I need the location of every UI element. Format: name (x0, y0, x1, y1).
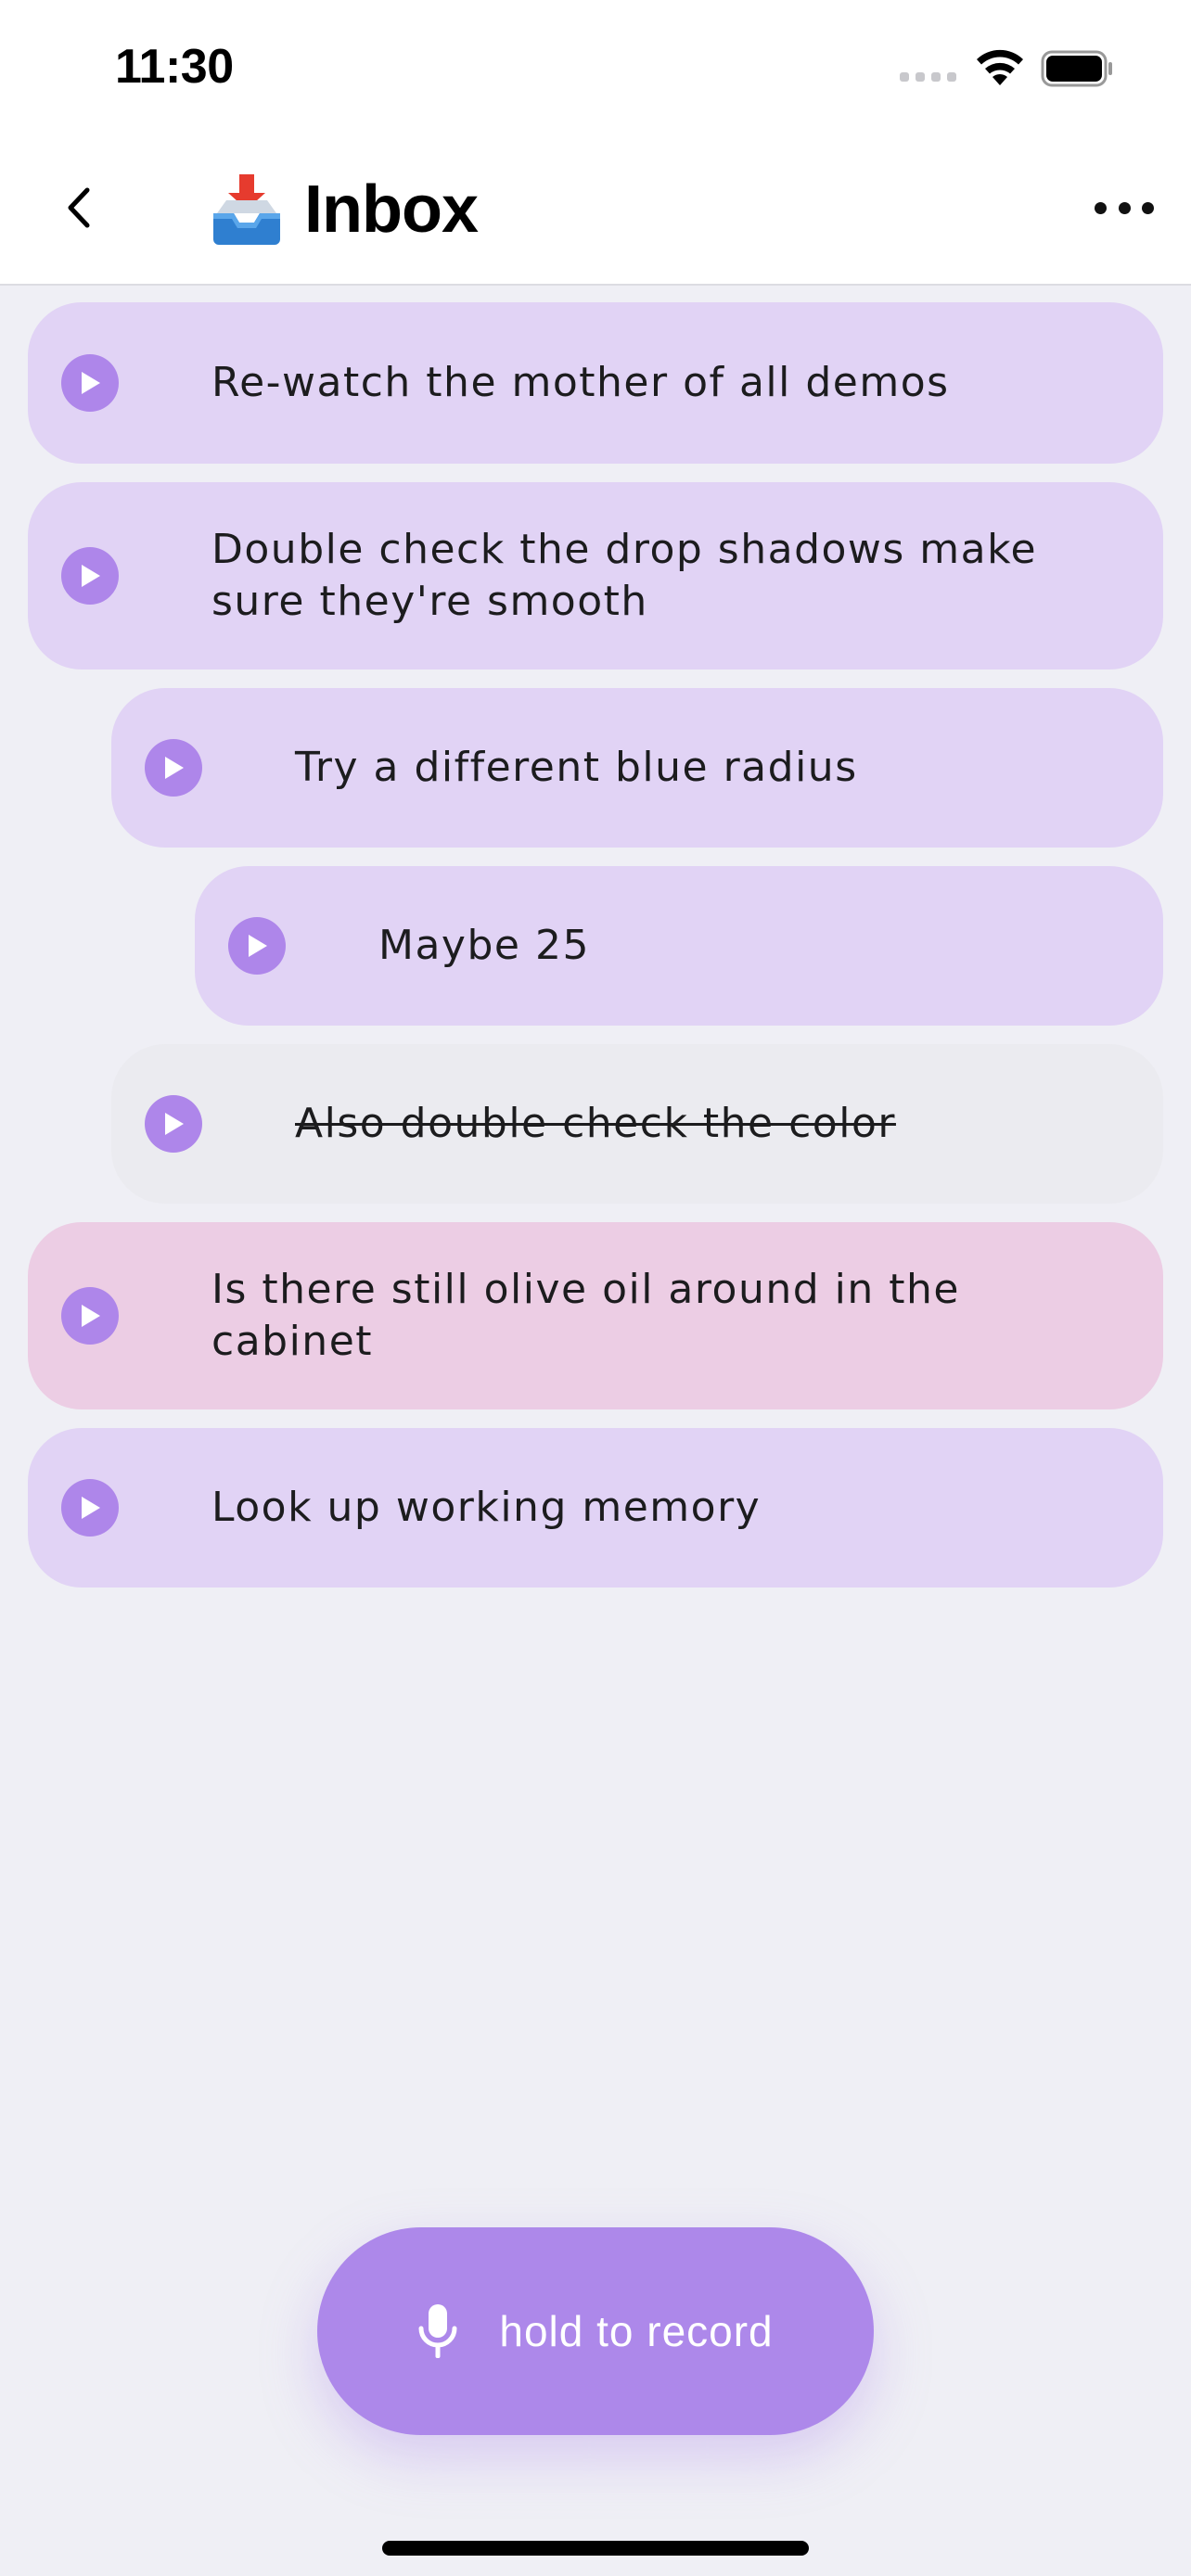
home-indicator[interactable] (382, 2541, 809, 2556)
list-item[interactable]: Look up working memory (28, 1428, 1163, 1588)
play-button[interactable] (61, 547, 119, 605)
play-icon (165, 757, 184, 779)
record-button-label: hold to record (499, 2307, 774, 2355)
battery-icon (1041, 50, 1112, 87)
play-icon (249, 935, 267, 957)
play-icon (82, 372, 100, 394)
inbox-tray-icon (213, 174, 280, 245)
list-item-nested[interactable]: Maybe 25 (195, 866, 1163, 1026)
play-button[interactable] (61, 1287, 119, 1345)
list-item[interactable]: Is there still olive oil around in the c… (28, 1222, 1163, 1409)
back-button[interactable] (48, 174, 108, 241)
more-icon (1095, 201, 1107, 214)
status-time: 11:30 (115, 40, 234, 94)
list-item[interactable]: Re-watch the mother of all demos (28, 302, 1163, 464)
play-button[interactable] (145, 739, 202, 797)
page-title: Inbox (304, 172, 479, 247)
more-options-button[interactable] (1095, 185, 1154, 230)
wifi-icon (977, 49, 1023, 85)
page-title-group: Inbox (210, 165, 479, 254)
back-chevron-icon (68, 187, 90, 228)
play-button[interactable] (228, 917, 286, 975)
play-button[interactable] (61, 1479, 119, 1537)
item-text: Look up working memory (211, 1484, 762, 1531)
play-button[interactable] (145, 1095, 202, 1153)
list-item-nested[interactable]: Try a different blue radius (111, 688, 1163, 848)
cellular-signal-icon (900, 72, 956, 82)
item-text: Is there still olive oil around in the c… (211, 1266, 960, 1365)
item-text: Maybe 25 (378, 922, 590, 969)
list-item-completed[interactable]: Also double check the color (111, 1044, 1163, 1204)
list-item[interactable]: Double check the drop shadows make sure … (28, 482, 1163, 670)
item-text: Try a different blue radius (295, 744, 858, 791)
hold-to-record-button[interactable]: hold to record (317, 2227, 874, 2435)
play-icon (82, 1305, 100, 1327)
play-icon (82, 565, 100, 587)
play-icon (82, 1497, 100, 1519)
item-text: Re-watch the mother of all demos (211, 359, 950, 406)
top-bar: 11:30 Inbox (0, 0, 1191, 286)
item-text: Also double check the color (295, 1100, 896, 1147)
play-button[interactable] (61, 354, 119, 412)
microphone-icon (418, 2304, 457, 2358)
item-text: Double check the drop shadows make sure … (211, 526, 1038, 625)
play-icon (165, 1113, 184, 1135)
